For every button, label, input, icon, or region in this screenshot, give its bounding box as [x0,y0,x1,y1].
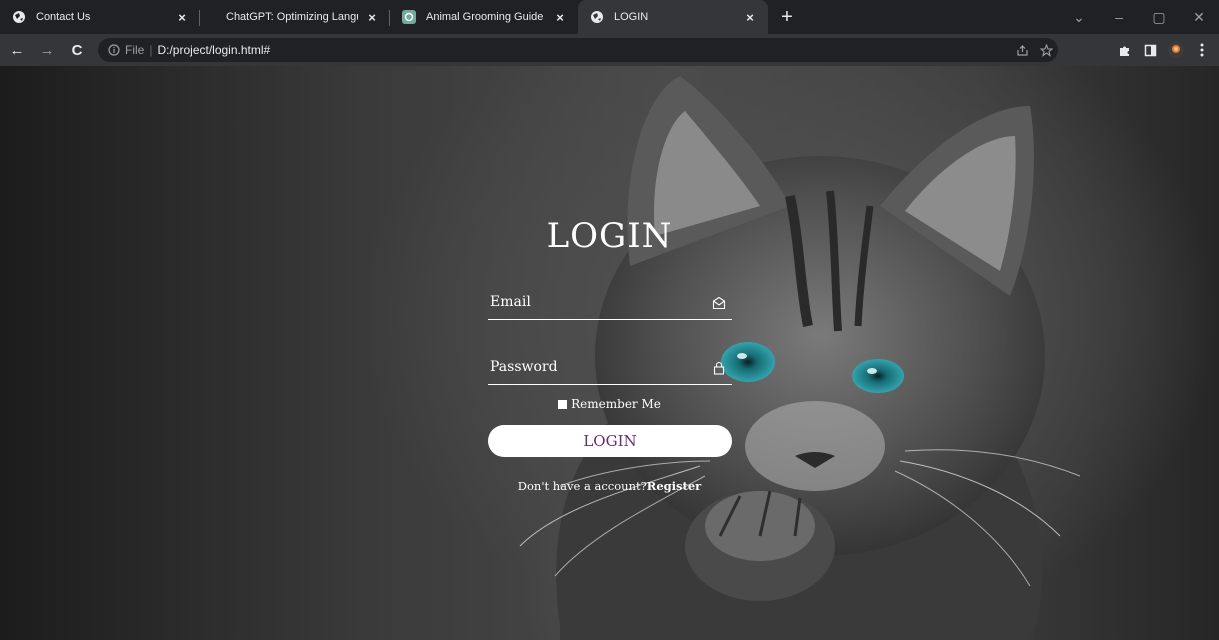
password-field [488,351,732,385]
url-scheme: File [125,43,145,57]
register-prompt: Don't have a account?Register [0,479,1219,493]
tab-title: Animal Grooming Guide [426,11,544,23]
address-bar[interactable]: File | D:/project/login.html# [98,38,1058,62]
close-window-button[interactable]: ✕ [1179,0,1219,34]
register-link[interactable]: Register [647,479,701,493]
new-tab-button[interactable]: + [772,0,802,34]
extensions-puzzle-icon[interactable] [1111,37,1137,63]
tab-title: LOGIN [614,11,649,23]
restore-button[interactable]: ▢ [1139,0,1179,34]
omnibox-actions [1010,38,1058,62]
tab-login[interactable]: LOGIN × [578,0,768,34]
close-tab-icon[interactable]: × [364,9,380,25]
reload-button[interactable]: C [64,37,90,63]
share-icon[interactable] [1010,38,1034,62]
remember-me-label: Remember Me [571,397,661,411]
page-title: LOGIN [546,216,673,256]
close-tab-icon[interactable]: × [552,9,568,25]
tab-contact-us[interactable]: Contact Us × [0,0,200,34]
page-viewport: LOGIN Remember Me LOGIN Don't have a acc… [0,66,1219,640]
back-button[interactable]: ← [4,37,30,63]
tab-animal-grooming[interactable]: Animal Grooming Guide × [390,0,578,34]
register-prompt-text: Don't have a account? [517,479,647,493]
tab-title: ChatGPT: Optimizing Language M [226,11,358,23]
chatgpt-icon [402,10,416,24]
email-field [488,286,732,320]
remember-me-checkbox[interactable] [558,400,568,409]
profile-avatar[interactable] [1163,37,1189,63]
tab-chatgpt[interactable]: ChatGPT: Optimizing Language M × [200,0,390,34]
tab-strip: Contact Us × ChatGPT: Optimizing Languag… [0,0,1219,34]
tab-search-chevron-icon[interactable]: ⌄ [1059,0,1099,34]
login-button[interactable]: LOGIN [488,425,732,457]
password-input[interactable] [488,351,698,383]
close-tab-icon[interactable]: × [174,9,190,25]
tab-title: Contact Us [36,11,91,23]
bookmark-star-icon[interactable] [1034,38,1058,62]
globe-icon [590,10,604,24]
side-panel-icon[interactable] [1137,37,1163,63]
browser-toolbar: ← → C File | D:/project/login.html# [0,34,1219,66]
menu-kebab-icon[interactable] [1189,37,1215,63]
login-form: LOGIN Remember Me LOGIN Don't have a acc… [0,66,1219,640]
info-icon[interactable] [108,44,120,56]
url-divider: | [149,43,153,57]
remember-me-row: Remember Me [0,397,1219,411]
window-controls: ⌄ – ▢ ✕ [1059,0,1219,34]
forward-button[interactable]: → [34,37,60,63]
minimize-button[interactable]: – [1099,0,1139,34]
toolbar-actions [1111,37,1219,63]
globe-icon [12,10,26,24]
lock-icon [712,361,726,375]
close-tab-icon[interactable]: × [742,9,758,25]
email-input[interactable] [488,286,698,318]
mail-icon [712,296,726,310]
url-text: D:/project/login.html# [157,43,271,57]
